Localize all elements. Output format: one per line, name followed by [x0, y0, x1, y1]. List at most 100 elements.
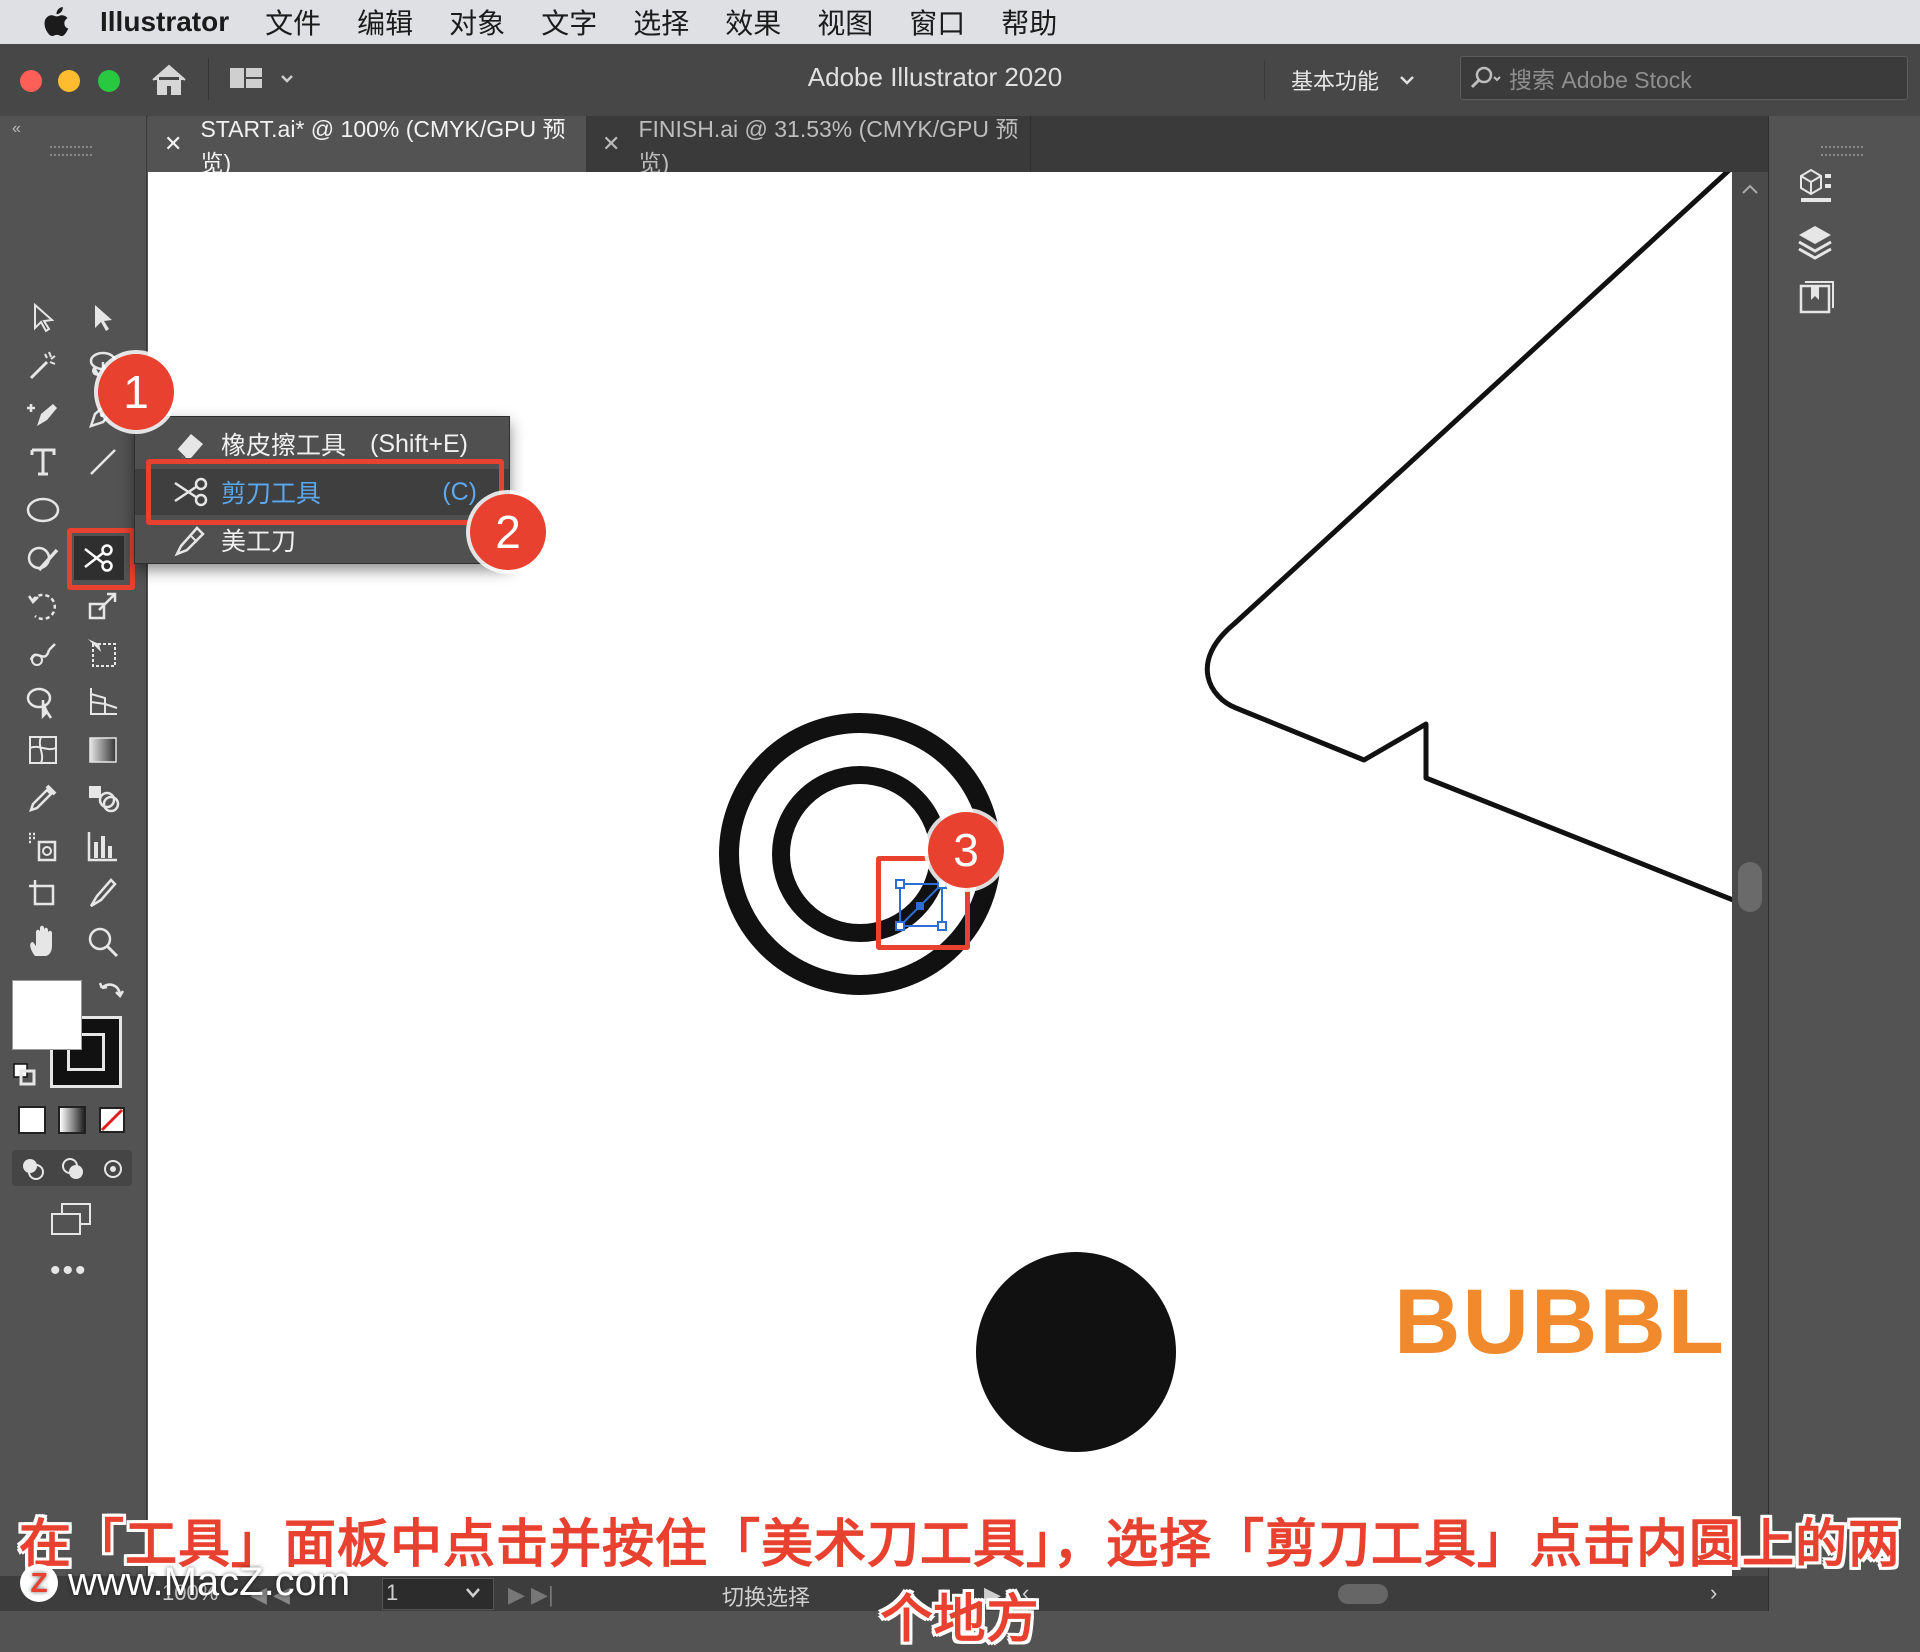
stock-search-field[interactable]: 搜索 Adobe Stock	[1460, 56, 1908, 100]
workspace-switcher[interactable]: 基本功能	[1264, 60, 1417, 100]
draw-inside-icon[interactable]	[100, 1156, 126, 1182]
layers-icon[interactable]	[1795, 222, 1835, 262]
free-transform-icon	[88, 639, 116, 667]
watermark: Z www.MacZ.com	[20, 1560, 350, 1605]
zoom-tool[interactable]	[78, 920, 128, 964]
magic-wand-icon	[29, 351, 56, 380]
shaper-tool[interactable]	[18, 536, 68, 580]
symbol-sprayer-tool[interactable]	[18, 824, 68, 868]
rotate-tool[interactable]	[18, 584, 68, 628]
selection-arrow-icon	[34, 302, 55, 333]
shaper-icon	[27, 546, 59, 572]
direct-selection-icon	[95, 305, 112, 331]
ellipse-tool[interactable]	[18, 488, 68, 532]
perspective-grid-tool[interactable]	[78, 680, 128, 724]
blend-tool[interactable]	[78, 776, 128, 820]
menu-effect[interactable]: 效果	[725, 2, 781, 42]
knife-icon	[174, 526, 205, 557]
selection-tool[interactable]	[18, 296, 68, 340]
search-icon	[1470, 66, 1501, 89]
macz-logo-icon: Z	[20, 1563, 58, 1602]
curvature-pen-tool[interactable]	[18, 392, 68, 436]
type-tool[interactable]	[18, 440, 68, 484]
apple-icon[interactable]	[44, 7, 72, 37]
slice-knife-icon	[89, 878, 117, 908]
panel-grip[interactable]	[50, 146, 92, 156]
shape-builder-tool[interactable]	[18, 680, 68, 724]
menu-app-name[interactable]: Illustrator	[100, 6, 229, 38]
flyout-item-eraser-label: 橡皮擦工具	[221, 432, 347, 460]
title-bar: Adobe Illustrator 2020 基本功能 搜索 Adobe Sto…	[0, 44, 1920, 117]
free-transform-tool[interactable]	[78, 632, 128, 676]
warp-tool[interactable]	[18, 632, 68, 676]
menubar: Illustrator 文件 编辑 对象 文字 选择 效果 视图 窗口 帮助	[0, 0, 1920, 44]
artboard-tool[interactable]	[18, 872, 68, 916]
speech-bubble-path[interactable]	[1204, 172, 1732, 903]
flyout-item-knife-label: 美工刀	[221, 528, 297, 556]
direct-selection-tool[interactable]	[78, 296, 128, 340]
scrollbar-thumb[interactable]	[1738, 862, 1762, 912]
menu-type[interactable]: 文字	[541, 2, 597, 42]
menu-object[interactable]: 对象	[449, 2, 505, 42]
slice-tool[interactable]	[78, 872, 128, 916]
fill-swatch[interactable]	[12, 980, 82, 1050]
eyedropper-tool[interactable]	[18, 776, 68, 820]
watermark-text: www.MacZ.com	[68, 1560, 351, 1604]
menu-window[interactable]: 窗口	[909, 2, 965, 42]
panel-grip[interactable]	[1821, 146, 1863, 156]
pen-add-icon	[27, 404, 57, 426]
eyedropper-icon	[29, 784, 57, 812]
vertical-scrollbar[interactable]	[1732, 172, 1768, 1576]
gradient-mode-button[interactable]	[58, 1106, 86, 1134]
asset-export-icon[interactable]	[1795, 278, 1835, 318]
line-tool[interactable]	[78, 440, 128, 484]
menu-file[interactable]: 文件	[265, 2, 321, 42]
gradient-tool[interactable]	[78, 728, 128, 772]
stock-search-placeholder: 搜索 Adobe Stock	[1509, 67, 1692, 93]
default-fill-stroke-icon[interactable]	[12, 1062, 36, 1086]
scale-tool[interactable]	[78, 584, 128, 628]
menu-edit[interactable]: 编辑	[357, 2, 413, 42]
close-tab-icon[interactable]: ✕	[602, 131, 620, 157]
bubble-title[interactable]: BUBBLE	[1394, 1270, 1732, 1375]
draw-normal-icon[interactable]	[20, 1156, 46, 1182]
scale-icon	[88, 592, 117, 620]
close-tab-icon[interactable]: ✕	[164, 131, 182, 157]
tab-finish[interactable]: ✕ FINISH.ai @ 31.53% (CMYK/GPU 预览)	[590, 116, 1031, 176]
perspective-grid-icon	[90, 688, 118, 715]
right-panel-dock	[1768, 116, 1920, 1611]
draw-behind-icon[interactable]	[60, 1156, 86, 1182]
artboard-icon	[29, 880, 55, 906]
ellipse-icon	[26, 497, 60, 523]
draw-mode-group	[12, 1150, 132, 1186]
menu-view[interactable]: 视图	[817, 2, 873, 42]
tab-start[interactable]: ✕ START.ai* @ 100% (CMYK/GPU 预览)	[148, 116, 586, 176]
mesh-tool[interactable]	[18, 728, 68, 772]
magic-wand-tool[interactable]	[18, 344, 68, 388]
shape-builder-icon	[26, 687, 53, 720]
zoom-magnifier-icon	[88, 927, 119, 958]
rotate-icon	[27, 593, 56, 621]
solid-dot[interactable]	[976, 1252, 1176, 1452]
mesh-icon	[29, 736, 57, 764]
collapse-panel-icon[interactable]: «	[12, 120, 21, 138]
tab-finish-label: FINISH.ai @ 31.53% (CMYK/GPU 预览)	[638, 116, 1019, 176]
highlight-scissors-menu-item	[146, 459, 504, 525]
color-mode-button[interactable]	[18, 1106, 46, 1134]
menu-help[interactable]: 帮助	[1001, 2, 1057, 42]
screen-mode-icon[interactable]	[48, 1202, 94, 1236]
highlight-scissors-tool	[67, 528, 135, 590]
menu-select[interactable]: 选择	[633, 2, 689, 42]
column-graph-tool[interactable]	[78, 824, 128, 868]
chevron-up-icon[interactable]	[1740, 182, 1760, 196]
none-mode-button[interactable]	[98, 1106, 126, 1134]
hand-tool[interactable]	[18, 920, 68, 964]
gradient-icon	[89, 737, 117, 763]
swap-fill-stroke-icon[interactable]	[98, 980, 124, 1006]
symbol-sprayer-icon	[29, 832, 57, 862]
libraries-icon[interactable]	[1795, 166, 1835, 206]
workspace-label: 基本功能	[1291, 69, 1380, 94]
edit-toolbar-icon[interactable]: •••	[50, 1254, 88, 1288]
type-icon	[30, 448, 56, 476]
line-segment-icon	[90, 449, 116, 475]
